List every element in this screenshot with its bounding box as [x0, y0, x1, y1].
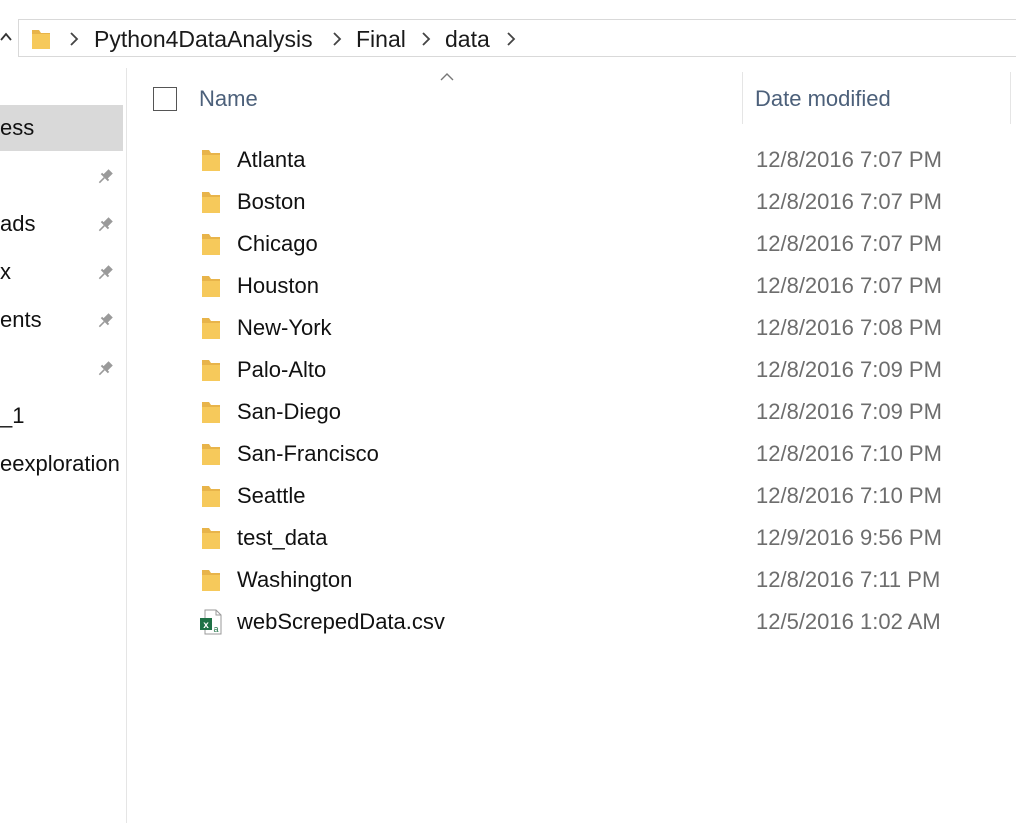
file-row[interactable]: Atlanta 12/8/2016 7:07 PM: [188, 139, 1016, 181]
folder-icon: [202, 402, 220, 423]
file-row[interactable]: Houston 12/8/2016 7:07 PM: [188, 265, 1016, 307]
file-date-modified: 12/8/2016 7:07 PM: [756, 231, 942, 256]
address-bar-region: Python4DataAnalysis Final data: [0, 0, 1016, 68]
file-name: New-York: [237, 315, 332, 340]
file-row[interactable]: New-York 12/8/2016 7:08 PM: [188, 307, 1016, 349]
file-name: San-Francisco: [237, 441, 379, 466]
folder-icon: [202, 444, 220, 465]
file-row[interactable]: Washington 12/8/2016 7:11 PM: [188, 559, 1016, 601]
folder-icon: [202, 234, 220, 255]
file-row[interactable]: Palo-Alto 12/8/2016 7:09 PM: [188, 349, 1016, 391]
folder-icon: [202, 486, 220, 507]
nav-item-downloads[interactable]: ads: [0, 201, 123, 247]
folder-icon: [202, 528, 220, 549]
nav-item-label: ads: [0, 211, 36, 236]
nav-item-pinned-3[interactable]: x: [0, 249, 123, 295]
file-date-modified: 12/9/2016 9:56 PM: [756, 525, 942, 550]
nav-item-exploration[interactable]: eexploration: [0, 441, 123, 487]
file-row[interactable]: Chicago 12/8/2016 7:07 PM: [188, 223, 1016, 265]
file-name: Palo-Alto: [237, 357, 327, 382]
nav-item-pinned-5[interactable]: [0, 345, 123, 391]
file-date-modified: 12/5/2016 1:02 AM: [756, 609, 941, 634]
file-row[interactable]: Seattle 12/8/2016 7:10 PM: [188, 475, 1016, 517]
breadcrumb-item-python4dataanalysis[interactable]: Python4DataAnalysis: [94, 28, 313, 51]
chevron-right-icon[interactable]: [69, 32, 79, 46]
chevron-right-icon[interactable]: [506, 32, 516, 46]
folder-icon: [202, 276, 220, 297]
file-row[interactable]: x a webScrepedData.csv 12/5/2016 1:02 AM: [188, 601, 1016, 643]
chevron-right-icon[interactable]: [332, 32, 342, 46]
folder-icon: [202, 570, 220, 591]
breadcrumb-item-final[interactable]: Final: [356, 28, 406, 51]
pin-icon[interactable]: [94, 166, 116, 188]
file-date-modified: 12/8/2016 7:10 PM: [756, 483, 942, 508]
excel-csv-file-icon: xa: [200, 609, 222, 635]
file-row[interactable]: Boston 12/8/2016 7:07 PM: [188, 181, 1016, 223]
pin-icon[interactable]: [94, 358, 116, 380]
file-name: Chicago: [237, 231, 318, 256]
column-header-name[interactable]: Name: [199, 88, 258, 110]
nav-item-quick-access[interactable]: ess: [0, 105, 123, 151]
nav-item-pinned-1[interactable]: [0, 153, 123, 199]
svg-text:x: x: [203, 620, 209, 631]
breadcrumb-item-data[interactable]: data: [445, 28, 490, 51]
file-name: webScrepedData.csv: [237, 609, 445, 634]
up-arrow-icon[interactable]: [0, 28, 14, 48]
nav-item-label: ess: [0, 115, 35, 140]
file-name: test_data: [237, 525, 328, 550]
file-name: Boston: [237, 189, 306, 214]
sort-ascending-caret-icon: [440, 73, 454, 81]
file-date-modified: 12/8/2016 7:07 PM: [756, 273, 942, 298]
column-header-date-modified[interactable]: Date modified: [755, 88, 891, 110]
address-bar[interactable]: Python4DataAnalysis Final data: [18, 19, 1016, 57]
file-name: Seattle: [237, 483, 306, 508]
select-all-checkbox[interactable]: [153, 87, 177, 111]
nav-item-label: x: [0, 259, 11, 284]
column-divider[interactable]: [742, 72, 743, 124]
folder-icon: [202, 192, 220, 213]
nav-item-folder-1[interactable]: _1: [0, 393, 123, 439]
file-name: Houston: [237, 273, 319, 298]
file-date-modified: 12/8/2016 7:10 PM: [756, 441, 942, 466]
file-name: Washington: [237, 567, 353, 592]
file-name: Atlanta: [237, 147, 306, 172]
file-date-modified: 12/8/2016 7:09 PM: [756, 357, 942, 382]
file-date-modified: 12/8/2016 7:07 PM: [756, 147, 942, 172]
nav-item-label: ents: [0, 307, 42, 332]
folder-icon: [32, 30, 50, 49]
file-row[interactable]: San-Diego 12/8/2016 7:09 PM: [188, 391, 1016, 433]
pin-icon[interactable]: [94, 310, 116, 332]
file-date-modified: 12/8/2016 7:09 PM: [756, 399, 942, 424]
folder-icon: [202, 318, 220, 339]
file-date-modified: 12/8/2016 7:08 PM: [756, 315, 942, 340]
navigation-pane: ess ads x ents _1 eexploration: [0, 68, 127, 823]
folder-icon: [202, 150, 220, 171]
nav-item-label: _1: [0, 403, 25, 428]
file-row[interactable]: test_data 12/9/2016 9:56 PM: [188, 517, 1016, 559]
file-name: San-Diego: [237, 399, 341, 424]
column-divider[interactable]: [1010, 72, 1011, 124]
pin-icon[interactable]: [94, 262, 116, 284]
nav-item-label: eexploration: [0, 451, 120, 476]
pin-icon[interactable]: [94, 214, 116, 236]
nav-item-documents[interactable]: ents: [0, 297, 123, 343]
svg-text:a: a: [213, 624, 218, 634]
file-row[interactable]: San-Francisco 12/8/2016 7:10 PM: [188, 433, 1016, 475]
file-list-pane: Name Date modified Atlanta 12/8/2016 7:07…: [128, 68, 1016, 823]
chevron-right-icon[interactable]: [421, 32, 431, 46]
file-date-modified: 12/8/2016 7:11 PM: [756, 567, 941, 592]
file-date-modified: 12/8/2016 7:07 PM: [756, 189, 942, 214]
folder-icon: [202, 360, 220, 381]
